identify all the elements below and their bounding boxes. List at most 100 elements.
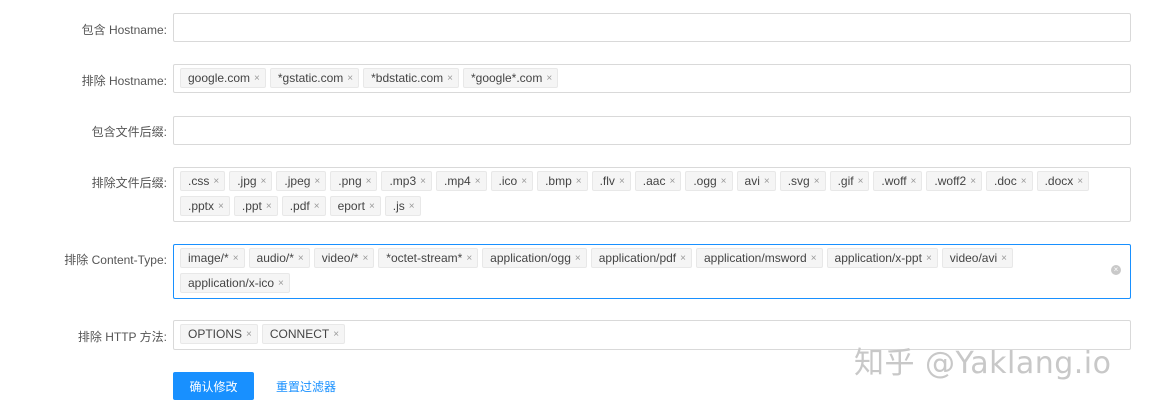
filter-tag-label: application/msword	[703, 251, 807, 265]
close-icon[interactable]: ×	[466, 253, 472, 264]
filter-tag: .aac ×	[634, 171, 682, 191]
close-icon[interactable]: ×	[576, 176, 582, 187]
filter-tag: avi ×	[736, 171, 776, 191]
filter-tag: OPTIONS ×	[180, 324, 258, 344]
filter-tag-label: image/*	[188, 251, 229, 265]
confirm-button[interactable]: 确认修改	[173, 372, 254, 400]
close-icon[interactable]: ×	[475, 176, 481, 187]
close-icon[interactable]: ×	[814, 176, 820, 187]
close-icon[interactable]: ×	[333, 329, 339, 340]
filter-tag: .woff ×	[873, 171, 923, 191]
close-icon[interactable]: ×	[246, 329, 252, 340]
reset-filter-link[interactable]: 重置过滤器	[276, 378, 336, 395]
close-icon[interactable]: ×	[233, 253, 239, 264]
filter-tag-label: *gstatic.com	[277, 71, 344, 85]
close-icon[interactable]: ×	[347, 73, 353, 84]
filter-tag: .jpeg ×	[276, 171, 327, 191]
filter-tag-label: .jpg	[237, 174, 257, 188]
include-hostname-label: 包含 Hostname:	[81, 23, 167, 37]
filter-tag-label: .woff2	[934, 174, 967, 188]
filter-tag: .docx ×	[1036, 171, 1090, 191]
filter-tag-label: .flv	[599, 174, 615, 188]
filter-tag: application/ogg ×	[482, 248, 587, 268]
filter-tag-label: .css	[188, 174, 210, 188]
exclude-content-type-input[interactable]: image/* × audio/* × video/* × *octet-stream* × a…	[173, 244, 1131, 299]
close-icon[interactable]: ×	[218, 201, 224, 212]
include-hostname-input[interactable]	[173, 13, 1131, 42]
close-icon[interactable]: ×	[298, 253, 304, 264]
filter-tag: .doc ×	[986, 171, 1033, 191]
exclude-hostname-label: 排除 Hostname:	[81, 74, 167, 88]
close-icon[interactable]: ×	[1021, 176, 1027, 187]
filter-tag-label: audio/*	[256, 251, 294, 265]
filter-tag-label: .bmp	[545, 174, 572, 188]
close-icon[interactable]: ×	[619, 176, 625, 187]
close-icon[interactable]: ×	[669, 176, 675, 187]
close-icon[interactable]: ×	[546, 73, 552, 84]
close-icon[interactable]: ×	[911, 176, 917, 187]
close-icon[interactable]: ×	[721, 176, 727, 187]
close-icon[interactable]: ×	[858, 176, 864, 187]
filter-tag-label: .ico	[498, 174, 518, 188]
filter-tag: .mp4 ×	[436, 171, 487, 191]
close-icon[interactable]: ×	[1077, 176, 1083, 187]
filter-tag: .jpg ×	[229, 171, 273, 191]
close-icon[interactable]: ×	[811, 253, 817, 264]
filter-tag-label: application/x-ppt	[834, 251, 922, 265]
close-icon[interactable]: ×	[447, 73, 453, 84]
close-icon[interactable]: ×	[409, 201, 415, 212]
filter-tag-label: .gif	[837, 174, 854, 188]
close-icon[interactable]: ×	[420, 176, 426, 187]
filter-tag-label: *octet-stream*	[386, 251, 463, 265]
filter-tag: .ppt ×	[233, 196, 278, 216]
close-icon[interactable]: ×	[278, 278, 284, 289]
filter-tag: .svg ×	[779, 171, 826, 191]
filter-tag-label: .pptx	[188, 199, 215, 213]
close-icon[interactable]: ×	[254, 73, 260, 84]
filter-tag-label: .docx	[1044, 174, 1074, 188]
close-icon[interactable]: ×	[366, 176, 372, 187]
filter-tag: eport ×	[329, 196, 381, 216]
close-icon[interactable]: ×	[314, 176, 320, 187]
close-icon[interactable]: ×	[575, 253, 581, 264]
filter-tag: application/x-ppt ×	[826, 248, 938, 268]
filter-tag: video/* ×	[313, 248, 375, 268]
watermark: 知乎 @Yaklang.io	[854, 346, 1112, 381]
close-icon[interactable]: ×	[1001, 253, 1007, 264]
filter-tag: *gstatic.com ×	[269, 68, 360, 88]
filter-tag: .gif ×	[829, 171, 870, 191]
exclude-suffix-label: 排除文件后缀:	[91, 176, 167, 190]
close-icon[interactable]: ×	[764, 176, 770, 187]
filter-tag-label: eport	[337, 199, 365, 213]
filter-tag: *bdstatic.com ×	[363, 68, 459, 88]
close-icon[interactable]: ×	[369, 201, 375, 212]
close-icon[interactable]: ×	[266, 201, 272, 212]
filter-tag-label: google.com	[188, 71, 251, 85]
filter-tag-label: *bdstatic.com	[371, 71, 444, 85]
close-icon[interactable]: ×	[213, 176, 219, 187]
clear-all-icon[interactable]: ×	[1111, 265, 1121, 275]
close-icon[interactable]: ×	[314, 201, 320, 212]
filter-tag-label: CONNECT	[269, 327, 330, 341]
close-icon[interactable]: ×	[261, 176, 267, 187]
filter-tag-label: .pdf	[289, 199, 310, 213]
close-icon[interactable]: ×	[362, 253, 368, 264]
include-suffix-input[interactable]	[173, 116, 1131, 145]
filter-tag-label: .doc	[994, 174, 1017, 188]
filter-tag: google.com ×	[180, 68, 266, 88]
filter-tag-label: .ppt	[241, 199, 262, 213]
filter-tag: .pptx ×	[180, 196, 230, 216]
close-icon[interactable]: ×	[926, 253, 932, 264]
close-icon[interactable]: ×	[970, 176, 976, 187]
filter-tag: *google*.com ×	[462, 68, 559, 88]
close-icon[interactable]: ×	[680, 253, 686, 264]
exclude-http-method-label: 排除 HTTP 方法:	[77, 330, 167, 344]
filter-tag-label: .ogg	[693, 174, 717, 188]
filter-tag-label: .jpeg	[284, 174, 311, 188]
filter-tag: video/avi ×	[941, 248, 1013, 268]
exclude-content-type-label: 排除 Content-Type:	[64, 253, 167, 267]
filter-tag: .ogg ×	[685, 171, 733, 191]
close-icon[interactable]: ×	[521, 176, 527, 187]
exclude-hostname-input[interactable]: google.com × *gstatic.com × *bdstatic.com × *g…	[173, 64, 1131, 93]
exclude-suffix-input[interactable]: .css × .jpg × .jpeg × .png × .mp3 × .mp4 × .ico × .bmp…	[173, 167, 1131, 222]
